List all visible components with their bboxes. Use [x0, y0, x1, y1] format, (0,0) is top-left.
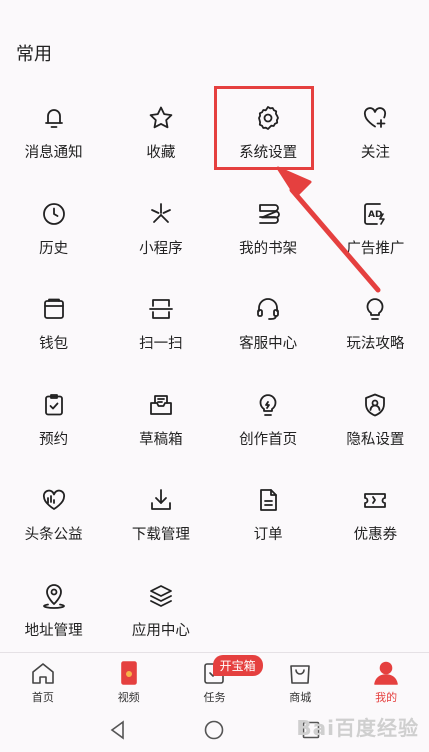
- grid-item-download-manager[interactable]: 下载管理: [107, 472, 214, 568]
- grid-item-label: 优惠券: [353, 527, 398, 543]
- back-triangle-icon[interactable]: [107, 719, 129, 741]
- nav-video[interactable]: 视频: [86, 653, 172, 709]
- grid-item-mini-programs[interactable]: 小程序: [107, 186, 214, 282]
- nav-label: 首页: [31, 691, 54, 704]
- layers-icon: [149, 584, 172, 607]
- wallet-icon: [43, 298, 64, 319]
- grid-item-favorites[interactable]: 收藏: [107, 90, 214, 186]
- order-doc-icon: [260, 489, 278, 511]
- bell-icon: [44, 109, 63, 128]
- grid-item-label: 钱包: [39, 336, 69, 352]
- grid-item-label: 扫一扫: [139, 336, 183, 352]
- coupon-icon: [364, 493, 387, 508]
- grid-item-label: 客服中心: [239, 336, 298, 352]
- grid-item-label: 收藏: [146, 145, 176, 161]
- spark-icon: [150, 202, 171, 223]
- scan-icon: [148, 299, 173, 319]
- grid-item-wallet[interactable]: 钱包: [0, 281, 107, 377]
- user-icon: [374, 661, 398, 685]
- grid-item-creator-home[interactable]: 创作首页: [215, 377, 322, 473]
- section-title: 常用: [16, 44, 52, 65]
- nav-label: 我的: [375, 691, 398, 704]
- grid-item-label: 预约: [39, 431, 69, 448]
- grid-item-label: 订单: [253, 527, 283, 543]
- nav-mine[interactable]: 我的: [343, 653, 429, 709]
- nav-mall[interactable]: 商城: [257, 653, 343, 709]
- grid-item-label: 小程序: [139, 240, 183, 257]
- grid-item-label: 应用中心: [131, 622, 190, 639]
- treasure-box-badge[interactable]: 开宝箱: [212, 655, 263, 676]
- grid-item-label: 地址管理: [24, 622, 83, 639]
- nav-home[interactable]: 首页: [0, 653, 86, 709]
- highlight-box: [214, 86, 314, 170]
- grid-item-privacy-settings[interactable]: 隐私设置: [322, 377, 429, 473]
- draft-box-icon: [149, 394, 172, 415]
- grid-item-label: 玩法攻略: [346, 336, 405, 352]
- grid-item-notifications[interactable]: 消息通知: [0, 90, 107, 186]
- charity-heart-icon: [42, 489, 65, 510]
- nav-label: 任务: [203, 691, 226, 704]
- heart-plus-icon: [364, 107, 387, 128]
- grid-item-label: 头条公益: [24, 527, 83, 543]
- grid-item-label: 隐私设置: [346, 431, 405, 448]
- bottom-nav: 首页 视频 任务 开宝箱 商城 我的: [0, 652, 429, 709]
- clipboard-check-icon: [44, 393, 63, 415]
- home-circle-icon[interactable]: [203, 719, 225, 741]
- grid-item-coupons[interactable]: 优惠券: [322, 472, 429, 568]
- grid-item-label: 关注: [360, 145, 390, 161]
- clock-icon: [42, 202, 65, 225]
- grid-item-history[interactable]: 历史: [0, 186, 107, 282]
- grid-item-label: 历史: [39, 240, 69, 257]
- nav-label: 视频: [117, 691, 140, 704]
- grid-item-orders[interactable]: 订单: [215, 472, 322, 568]
- video-icon: [120, 661, 137, 685]
- creator-bulb-icon: [259, 393, 277, 416]
- watermark: Bai百度经验: [296, 716, 419, 740]
- grid-item-drafts[interactable]: 草稿箱: [107, 377, 214, 473]
- grid-item-reservation[interactable]: 预约: [0, 377, 107, 473]
- privacy-shield-icon: [365, 393, 386, 416]
- location-pin-icon: [42, 583, 65, 609]
- grid-item-address-manager[interactable]: 地址管理: [0, 568, 107, 664]
- nav-label: 商城: [289, 691, 312, 704]
- home-icon: [32, 663, 54, 684]
- grid-item-scan[interactable]: 扫一扫: [107, 281, 214, 377]
- grid-item-charity[interactable]: 头条公益: [0, 472, 107, 568]
- grid-item-label: 草稿箱: [139, 431, 183, 448]
- grid-item-label: 消息通知: [24, 145, 83, 161]
- grid-item-label: 创作首页: [239, 431, 298, 448]
- shopping-bag-icon: [290, 665, 311, 684]
- download-icon: [150, 489, 171, 510]
- grid-item-label: 下载管理: [131, 527, 190, 543]
- nav-tasks[interactable]: 任务 开宝箱: [172, 653, 263, 709]
- star-icon: [149, 106, 173, 129]
- grid-item-app-center[interactable]: 应用中心: [107, 568, 214, 664]
- red-arrow-annotation: [276, 166, 381, 293]
